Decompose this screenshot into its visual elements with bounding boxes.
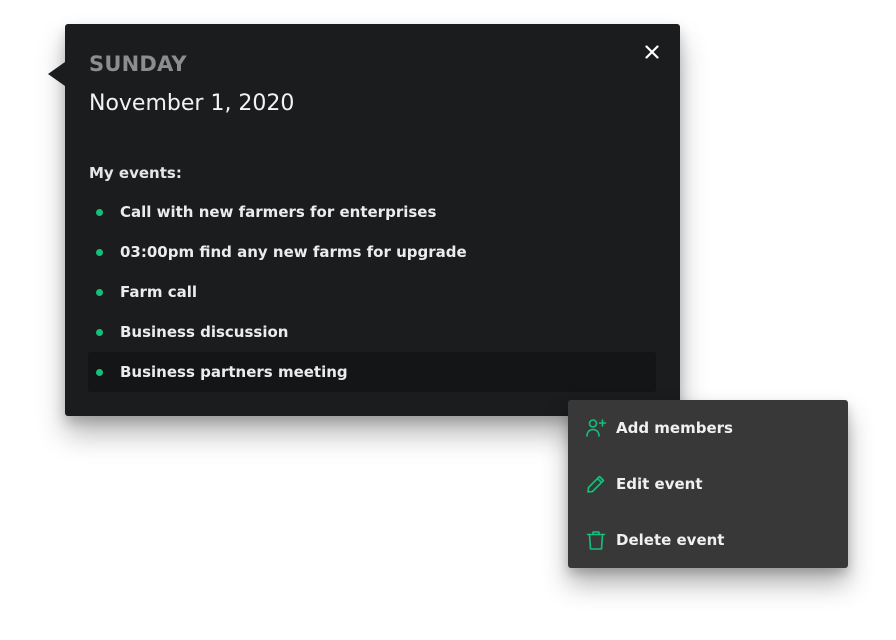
date-title: November 1, 2020: [89, 91, 295, 116]
popover-arrow: [48, 62, 65, 86]
day-events-popover: SUNDAY November 1, 2020 My events: Call …: [48, 24, 680, 416]
delete-event-menu-item[interactable]: Delete event: [568, 512, 848, 568]
event-status-dot: [96, 209, 103, 216]
edit-event-menu-item[interactable]: Edit event: [568, 456, 848, 512]
close-button[interactable]: [640, 40, 664, 64]
stage: SUNDAY November 1, 2020 My events: Call …: [0, 0, 896, 640]
event-label: Business discussion: [120, 323, 289, 341]
event-context-menu: Add members Edit event Delete event: [568, 400, 848, 568]
add-members-menu-item[interactable]: Add members: [568, 400, 848, 456]
event-item[interactable]: 03:00pm find any new farms for upgrade: [88, 232, 656, 272]
event-status-dot: [96, 249, 103, 256]
event-label: 03:00pm find any new farms for upgrade: [120, 243, 467, 261]
event-status-dot: [96, 329, 103, 336]
event-label: Farm call: [120, 283, 198, 301]
event-label: Business partners meeting: [120, 363, 348, 381]
event-list: Call with new farmers for enterprises 03…: [88, 192, 656, 392]
menu-item-label: Delete event: [616, 531, 725, 549]
event-item-selected[interactable]: Business partners meeting: [88, 352, 656, 392]
pencil-icon: [587, 475, 605, 493]
event-status-dot: [96, 289, 103, 296]
add-user-icon: [586, 419, 607, 437]
trash-icon: [586, 531, 606, 550]
menu-item-label: Edit event: [616, 475, 703, 493]
menu-item-label: Add members: [616, 419, 733, 437]
close-icon: [645, 45, 659, 59]
event-status-dot: [96, 369, 103, 376]
event-item[interactable]: Business discussion: [88, 312, 656, 352]
events-heading: My events:: [89, 164, 182, 182]
event-item[interactable]: Call with new farmers for enterprises: [88, 192, 656, 232]
event-label: Call with new farmers for enterprises: [120, 203, 437, 221]
weekday-label: SUNDAY: [89, 52, 187, 76]
event-item[interactable]: Farm call: [88, 272, 656, 312]
